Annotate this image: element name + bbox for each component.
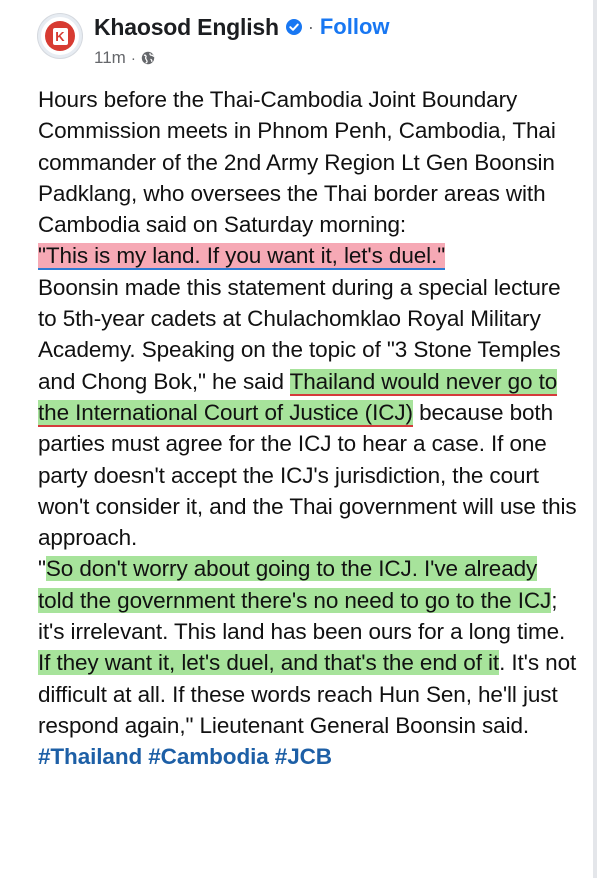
post-header: K Khaosod English · Follow 11m ·: [38, 14, 390, 74]
post-timestamp[interactable]: 11m: [94, 48, 126, 68]
time-separator: ·: [130, 49, 136, 67]
separator-dot: ·: [307, 16, 314, 37]
globe-icon[interactable]: [141, 51, 155, 65]
post-meta: Khaosod English · Follow 11m ·: [94, 14, 390, 74]
intro-text: Hours before the Thai-Cambodia Joint Bou…: [38, 87, 556, 238]
post-body: Hours before the Thai-Cambodia Joint Bou…: [38, 84, 578, 773]
post-quote-line: "This is my land. If you want it, let's …: [38, 240, 578, 271]
timestamp-row: 11m ·: [94, 46, 390, 70]
post-paragraph-quote: "So don't worry about going to the ICJ. …: [38, 553, 578, 741]
highlighted-duel-quote: If they want it, let's duel, and that's …: [38, 650, 500, 676]
highlighted-quote: "This is my land. If you want it, let's …: [38, 243, 446, 271]
post-paragraph-intro: Hours before the Thai-Cambodia Joint Bou…: [38, 84, 578, 240]
post-hashtags: #Thailand #Cambodia #JCB: [38, 741, 578, 772]
page-avatar[interactable]: K: [38, 14, 82, 58]
card-edge: [593, 0, 597, 878]
facebook-post-card: K Khaosod English · Follow 11m · Hours b…: [0, 0, 597, 878]
hashtag-links[interactable]: #Thailand #Cambodia #JCB: [38, 744, 332, 769]
khaosod-logo-icon: K: [45, 21, 75, 51]
page-name-link[interactable]: Khaosod English: [94, 14, 279, 41]
post-paragraph-lecture: Boonsin made this statement during a spe…: [38, 272, 578, 554]
follow-button[interactable]: Follow: [320, 14, 390, 40]
name-row: Khaosod English · Follow: [94, 14, 390, 40]
open-quote-mark: ": [38, 556, 46, 582]
logo-letter: K: [52, 27, 68, 45]
verified-badge-icon: [285, 19, 302, 35]
highlighted-icj-quote: So don't worry about going to the ICJ. I…: [38, 556, 552, 613]
